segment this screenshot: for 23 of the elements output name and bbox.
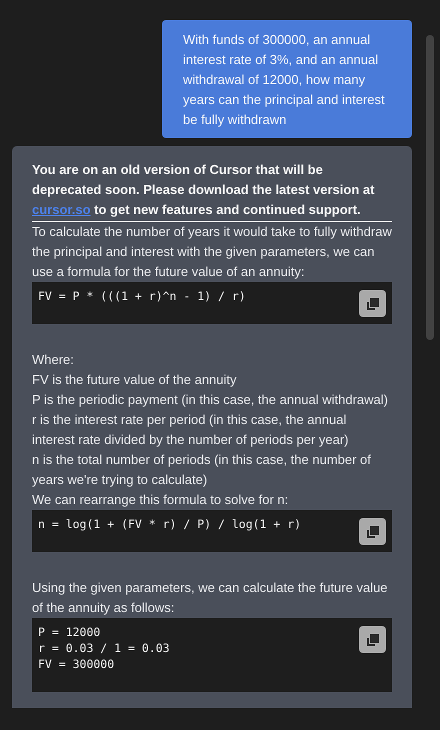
code-line: P = 12000 (38, 624, 102, 640)
answer-text: Using the given parameters, we can calculate the future value of the annuity as follows: (32, 579, 389, 617)
copy-icon (364, 524, 380, 540)
deprecation-notice: You are on an old version of Cursor that will be deprecated soon. Please download the latest version at cursor.so to get new features and continued support. (32, 161, 376, 219)
user-message: With funds of 300000, an annual interest rate of 3%, and an annual withdrawal of 12000, how many years can the principal and interest be fully withdrawn (162, 20, 412, 138)
copy-button[interactable] (359, 518, 386, 545)
answer-text: We can rearrange this formula to solve for n: (32, 491, 290, 509)
copy-icon (364, 632, 380, 648)
cursor-link[interactable]: cursor.so (32, 202, 91, 217)
answer-text: n is the total number of periods (in this case, the number of years we're trying to calculate) (32, 451, 372, 489)
code-line: FV = P * (((1 + r)^n - 1) / r) (38, 288, 246, 304)
copy-button[interactable] (359, 290, 386, 317)
answer-text: FV is the future value of the annuity (32, 371, 238, 389)
answer-text: Where: (32, 351, 75, 369)
answer-text: To calculate the number of years it would take to fully withdraw the principal and interest with the given parameters, we can use a formula for the future value of an annuity: (32, 223, 392, 281)
answer-text: P is the periodic payment (in this case, the annual withdrawal) (32, 391, 390, 409)
code-line: r = 0.03 / 1 = 0.03 (38, 640, 170, 656)
copy-icon (364, 296, 380, 312)
code-line: n = log(1 + (FV * r) / P) / log(1 + r) (38, 516, 302, 532)
scrollbar[interactable] (426, 35, 434, 340)
code-line: FV = 300000 (38, 656, 116, 672)
answer-text: r is the interest rate per period (in this case, the annual interest rate divided by the number of periods per year) (32, 411, 350, 449)
copy-button[interactable] (359, 626, 386, 653)
